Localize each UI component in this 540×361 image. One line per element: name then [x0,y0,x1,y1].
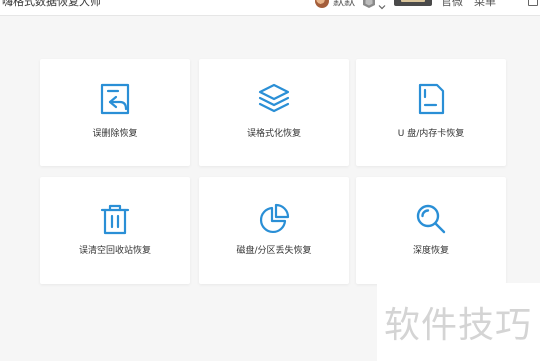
vip-badge[interactable] [394,0,432,6]
rank-badge-icon [362,0,376,8]
app-title: 嗨格式数据恢复大师 [2,0,101,8]
watermark-text: 软件技巧 [384,305,533,346]
magnifier-icon [414,202,448,236]
trash-icon [98,202,132,236]
card-partition-recovery[interactable]: 磁盘/分区丢失恢复 [199,177,349,284]
card-recycle-bin-recovery[interactable]: 误清空回收站恢复 [40,177,190,284]
card-deep-recovery[interactable]: 深度恢复 [356,177,506,284]
card-label: U 盘/内存卡恢复 [397,129,465,139]
username[interactable]: 默默 [333,0,355,9]
card-usb-sd-recovery[interactable]: U 盘/内存卡恢复 [356,59,506,166]
card-label: 误清空回收站恢复 [78,246,151,256]
menu-link[interactable]: 菜单 [474,0,496,9]
file-restore-icon [98,82,132,116]
card-deleted-recovery[interactable]: 误删除恢复 [40,59,190,166]
watermark: 软件技巧 [377,283,540,361]
chevron-down-icon[interactable] [378,0,386,10]
layers-icon [257,82,291,116]
card-label: 深度恢复 [412,246,449,256]
sd-card-icon [414,82,448,116]
official-link[interactable]: 官微 [441,0,463,9]
window-icon[interactable] [528,0,538,6]
card-label: 误删除恢复 [92,129,138,139]
card-label: 磁盘/分区丢失恢复 [236,246,312,256]
card-format-recovery[interactable]: 误格式化恢复 [199,59,349,166]
avatar[interactable] [315,0,329,8]
title-bar: 嗨格式数据恢复大师 默默 官微 菜单 [0,0,540,16]
card-label: 误格式化恢复 [246,129,301,139]
pie-chart-icon [257,202,291,236]
